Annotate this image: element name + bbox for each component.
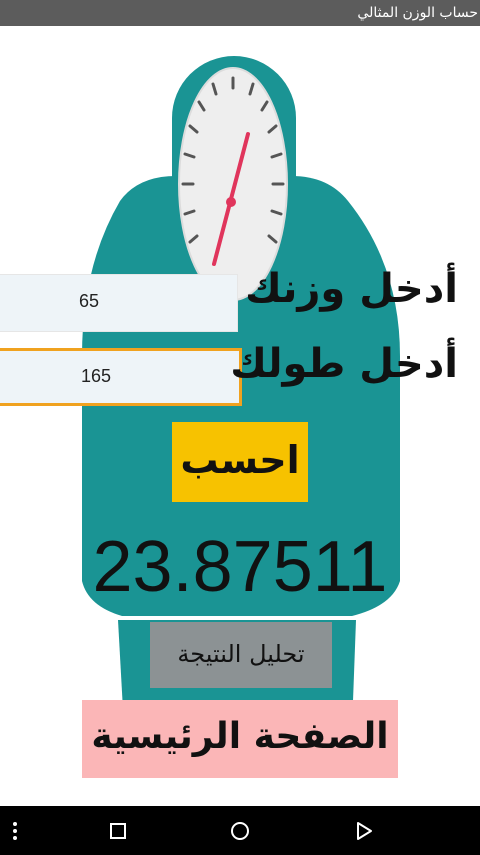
height-label: أدخل طولك xyxy=(230,341,458,387)
system-navigation-bar xyxy=(0,806,480,855)
bmi-result: 23.87511 xyxy=(92,527,388,607)
scale-illustration xyxy=(82,56,400,766)
height-input[interactable]: 165 xyxy=(0,348,242,406)
weight-label: أدخل وزنك xyxy=(245,266,458,312)
height-input-value: 165 xyxy=(81,366,112,386)
weight-input-value: 65 xyxy=(79,291,100,311)
more-vertical-icon[interactable] xyxy=(0,806,30,855)
app-title: حساب الوزن المثالي xyxy=(357,5,478,21)
calculate-button[interactable]: احسب xyxy=(172,422,308,502)
main-content: 65 أدخل وزنك 165 أدخل طولك احسب 23.87511… xyxy=(0,26,480,806)
triangle-back-icon[interactable] xyxy=(346,806,382,855)
analyze-result-button[interactable]: تحليل النتيجة xyxy=(150,622,332,688)
weight-input[interactable]: 65 xyxy=(0,274,238,332)
circle-icon[interactable] xyxy=(222,806,258,855)
app-title-bar: حساب الوزن المثالي xyxy=(0,0,480,26)
home-page-button[interactable]: الصفحة الرئيسية xyxy=(82,700,398,778)
square-icon[interactable] xyxy=(100,806,136,855)
